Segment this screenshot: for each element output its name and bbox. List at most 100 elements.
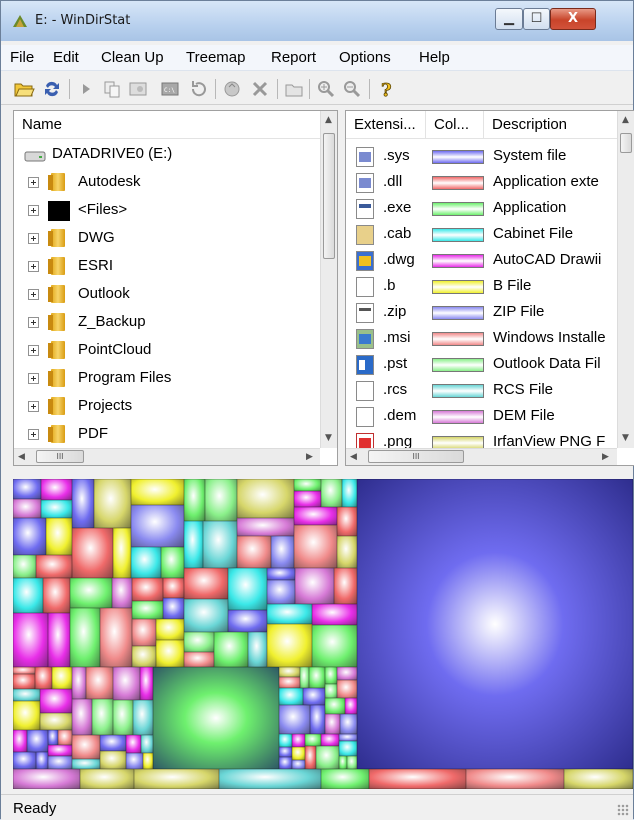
treemap-cell[interactable] [140, 667, 153, 700]
treemap-cell[interactable] [316, 746, 339, 769]
treemap-cell[interactable] [312, 625, 357, 667]
treemap-cell[interactable] [48, 613, 70, 667]
treemap-cell[interactable] [339, 734, 357, 741]
treemap-cell[interactable] [13, 701, 40, 730]
treemap-cell[interactable] [13, 667, 35, 674]
treemap-cell[interactable] [13, 499, 41, 518]
treemap-cell[interactable] [294, 507, 337, 525]
tree-vertical-scrollbar[interactable]: ▲ ▼ [320, 111, 337, 448]
column-header-name[interactable]: Name [14, 111, 322, 139]
tree-root-item[interactable]: DATADRIVE0 (E:) [14, 141, 337, 169]
treemap-cell[interactable] [58, 730, 72, 745]
explorer-icon[interactable] [127, 78, 149, 100]
treemap-cell[interactable] [369, 769, 466, 789]
treemap-cell[interactable] [153, 667, 279, 769]
pane-splitter[interactable] [1, 471, 633, 479]
treemap-cell[interactable] [325, 698, 345, 714]
treemap-cell[interactable] [36, 555, 72, 578]
tree-item-z-backup[interactable]: Z_Backup [14, 309, 337, 337]
treemap-cell[interactable] [339, 741, 357, 756]
treemap-cell[interactable] [337, 536, 357, 568]
close-button[interactable]: X [550, 8, 596, 30]
expand-icon[interactable] [28, 233, 39, 244]
treemap-cell[interactable] [300, 667, 309, 688]
tree-item-pdf[interactable]: PDF [14, 421, 337, 449]
treemap-cell[interactable] [271, 536, 294, 568]
treemap-cell[interactable] [100, 608, 132, 667]
treemap-cell[interactable] [13, 479, 41, 499]
tree-item-outlook[interactable]: Outlook [14, 281, 337, 309]
treemap-cell[interactable] [134, 769, 219, 789]
treemap-cell[interactable] [132, 578, 163, 601]
treemap-cell[interactable] [72, 735, 100, 759]
treemap-cell[interactable] [205, 479, 237, 521]
expand-icon[interactable] [28, 289, 39, 300]
expand-icon[interactable] [28, 261, 39, 272]
treemap-cell[interactable] [279, 688, 303, 705]
treemap-cell[interactable] [156, 640, 184, 667]
treemap-cell[interactable] [325, 667, 337, 684]
scroll-right-icon[interactable]: ▶ [306, 452, 313, 462]
treemap-cell[interactable] [48, 745, 72, 756]
scroll-thumb[interactable] [323, 133, 335, 259]
treemap-cell[interactable] [132, 601, 163, 619]
scroll-up-icon[interactable]: ▲ [622, 115, 629, 125]
treemap-cell[interactable] [334, 568, 357, 604]
play-icon[interactable] [75, 78, 97, 100]
treemap-cell[interactable] [143, 753, 153, 769]
treemap-cell[interactable] [292, 760, 305, 769]
extension-row[interactable]: .rcs RCS File [346, 377, 634, 405]
treemap-cell[interactable] [13, 578, 43, 613]
treemap-cell[interactable] [295, 568, 334, 604]
treemap-cell[interactable] [13, 674, 35, 689]
extension-list-pane[interactable]: Extensi... Col... Description .sys Syste… [345, 110, 634, 466]
treemap-cell[interactable] [70, 608, 100, 667]
treemap-cell[interactable] [337, 667, 357, 680]
treemap-cell[interactable] [184, 652, 214, 667]
treemap-cell[interactable] [312, 604, 357, 625]
extension-row[interactable]: .cab Cabinet File [346, 221, 634, 249]
treemap-cell[interactable] [41, 479, 72, 500]
treemap-cell[interactable] [46, 518, 72, 555]
extension-row[interactable]: .dem DEM File [346, 403, 634, 431]
treemap-view[interactable] [13, 479, 633, 789]
treemap-cell[interactable] [279, 667, 300, 677]
treemap-cell[interactable] [267, 604, 312, 624]
treemap-cell[interactable] [41, 500, 72, 518]
extension-row[interactable]: .pst Outlook Data Fil [346, 351, 634, 379]
tree-item-autodesk[interactable]: Autodesk [14, 169, 337, 197]
treemap-cell[interactable] [310, 705, 325, 734]
help-icon[interactable]: ? [375, 78, 397, 100]
treemap-cell[interactable] [94, 479, 131, 528]
treemap-cell[interactable] [40, 713, 72, 730]
treemap-cell[interactable] [294, 491, 321, 507]
treemap-cell[interactable] [339, 756, 347, 769]
treemap-cell[interactable] [27, 730, 48, 752]
treemap-cell[interactable] [219, 769, 321, 789]
directory-tree-pane[interactable]: Name DATADRIVE0 (E:) Autodesk <Files> DW… [13, 110, 338, 466]
treemap-cell[interactable] [48, 730, 58, 745]
zoom-out-icon[interactable] [341, 78, 363, 100]
treemap-cell[interactable] [345, 698, 357, 714]
treemap-cell[interactable] [86, 667, 113, 699]
treemap-cell[interactable] [184, 568, 228, 599]
treemap-cell[interactable] [92, 699, 113, 735]
treemap-cell[interactable] [13, 689, 40, 701]
treemap-cell[interactable] [309, 667, 325, 688]
treemap-cell[interactable] [52, 667, 72, 689]
scroll-left-icon[interactable]: ◀ [18, 452, 25, 462]
treemap-cell[interactable] [292, 734, 305, 747]
treemap-cell[interactable] [564, 769, 633, 789]
treemap-cell[interactable] [132, 619, 156, 646]
treemap-cell[interactable] [184, 521, 203, 568]
extension-row[interactable]: .sys System file [346, 143, 634, 171]
treemap-cell[interactable] [131, 505, 184, 547]
scroll-down-icon[interactable]: ▼ [622, 433, 629, 443]
treemap-cell[interactable] [279, 705, 310, 734]
column-header-color[interactable]: Col... [426, 111, 484, 139]
treemap-cell[interactable] [72, 699, 92, 735]
treemap-cell[interactable] [141, 735, 153, 753]
open-folder-icon[interactable] [13, 78, 35, 100]
new-folder-icon[interactable] [283, 78, 305, 100]
maximize-button[interactable]: ☐ [523, 8, 550, 30]
